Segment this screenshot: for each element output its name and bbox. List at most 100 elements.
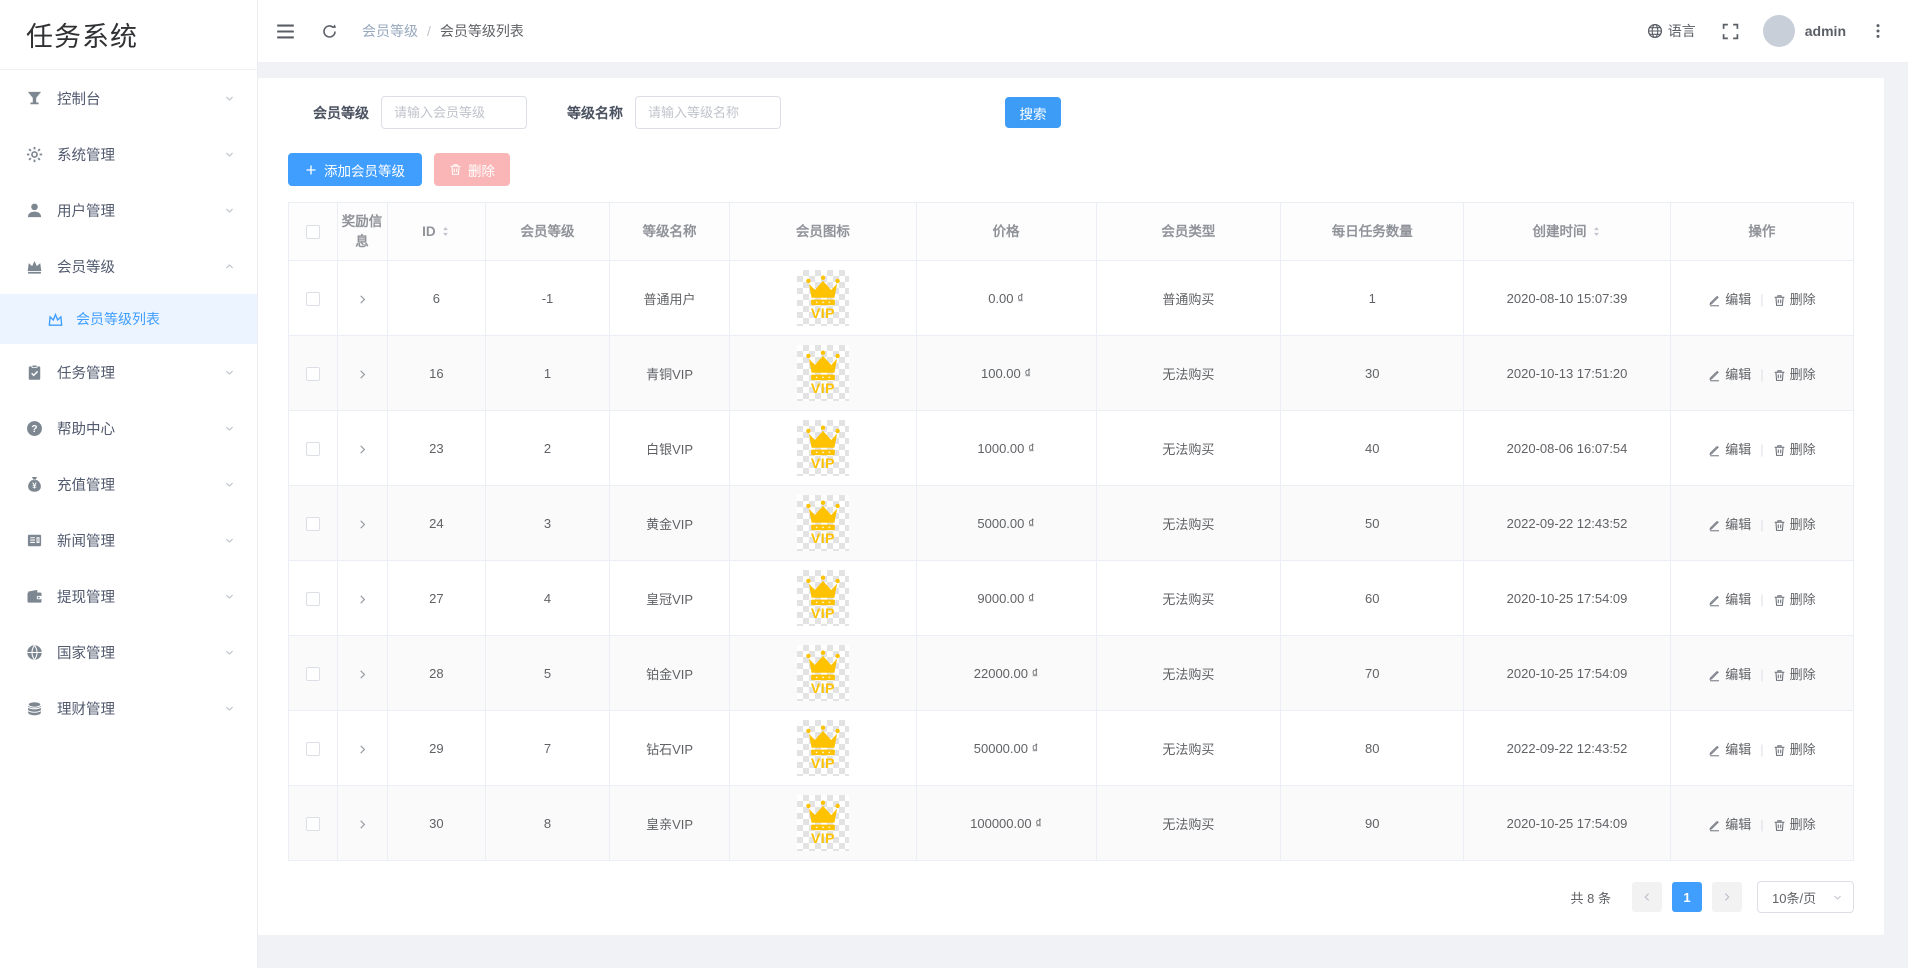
expand-row-icon[interactable] — [356, 368, 369, 381]
trash-icon — [1773, 294, 1786, 307]
sidebar-item-tasks[interactable]: 任务管理 — [0, 344, 257, 400]
cell-price: 1000.00 ₫ — [916, 411, 1096, 486]
member-level-card: 会员等级 等级名称 搜索 添加会员等级 删除 — [258, 78, 1884, 935]
level-name-input[interactable] — [635, 96, 781, 129]
action-separator: | — [1760, 517, 1763, 532]
delete-button[interactable]: 删除 — [1773, 817, 1816, 832]
cell-type: 无法购买 — [1096, 561, 1281, 636]
delete-button[interactable]: 删除 — [1773, 442, 1816, 457]
header-member-icon: 会员图标 — [730, 203, 916, 261]
sidebar-item-country[interactable]: 国家管理 — [0, 624, 257, 680]
avatar[interactable] — [1763, 15, 1795, 47]
sidebar-item-console[interactable]: 控制台 — [0, 70, 257, 126]
page-number-active[interactable]: 1 — [1672, 882, 1702, 912]
header-checkbox-cell — [289, 203, 338, 261]
row-checkbox[interactable] — [306, 292, 320, 306]
delete-button[interactable]: 删除 — [1773, 367, 1816, 382]
select-all-checkbox[interactable] — [306, 225, 320, 239]
chevron-down-icon — [224, 535, 235, 546]
delete-button[interactable]: 删除 — [1773, 742, 1816, 757]
cell-price: 100000.00 ₫ — [916, 786, 1096, 861]
vip-crown-icon: VIP — [797, 270, 849, 326]
chevron-down-icon — [224, 647, 235, 658]
header-id[interactable]: ID — [387, 203, 486, 261]
sidebar-item-help[interactable]: 帮助中心 — [0, 400, 257, 456]
row-checkbox[interactable] — [306, 817, 320, 831]
sidebar-item-users[interactable]: 用户管理 — [0, 182, 257, 238]
delete-button[interactable]: 删除 — [1773, 517, 1816, 532]
breadcrumb-member-level[interactable]: 会员等级 — [362, 21, 418, 41]
expand-row-icon[interactable] — [356, 743, 369, 756]
expand-row-icon[interactable] — [356, 593, 369, 606]
sidebar-item-recharge[interactable]: 充值管理 — [0, 456, 257, 512]
language-switcher[interactable]: 语言 — [1647, 21, 1696, 41]
edit-button[interactable]: 编辑 — [1708, 742, 1751, 757]
refresh-icon[interactable] — [321, 23, 338, 40]
delete-button[interactable]: 删除 — [1773, 292, 1816, 307]
expand-row-icon[interactable] — [356, 443, 369, 456]
topbar: 会员等级 / 会员等级列表 语言 admin — [258, 0, 1908, 63]
add-member-level-button[interactable]: 添加会员等级 — [288, 153, 422, 186]
edit-icon — [1708, 669, 1721, 682]
cell-type: 无法购买 — [1096, 711, 1281, 786]
edit-button[interactable]: 编辑 — [1708, 442, 1751, 457]
more-options-icon[interactable] — [1870, 23, 1886, 39]
edit-button[interactable]: 编辑 — [1708, 817, 1751, 832]
row-checkbox[interactable] — [306, 592, 320, 606]
cell-id: 27 — [387, 561, 486, 636]
fullscreen-icon[interactable] — [1722, 23, 1739, 40]
member-level-input[interactable] — [381, 96, 527, 129]
task-icon — [26, 364, 43, 381]
cell-name: 皇亲VIP — [609, 786, 730, 861]
action-separator: | — [1760, 442, 1763, 457]
sidebar-item-withdraw[interactable]: 提现管理 — [0, 568, 257, 624]
row-checkbox[interactable] — [306, 517, 320, 531]
sidebar-item-member-level-list[interactable]: 会员等级列表 — [0, 294, 257, 344]
row-checkbox[interactable] — [306, 367, 320, 381]
edit-button[interactable]: 编辑 — [1708, 592, 1751, 607]
header-price: 价格 — [916, 203, 1096, 261]
cell-name: 普通用户 — [609, 261, 730, 336]
cell-created: 2020-10-25 17:54:09 — [1464, 786, 1671, 861]
sidebar-item-system[interactable]: 系统管理 — [0, 126, 257, 182]
bulk-delete-button[interactable]: 删除 — [434, 153, 510, 186]
row-checkbox[interactable] — [306, 742, 320, 756]
expand-row-icon[interactable] — [356, 293, 369, 306]
hamburger-menu-icon[interactable] — [276, 22, 295, 41]
cell-created: 2020-08-06 16:07:54 — [1464, 411, 1671, 486]
sidebar-item-finance[interactable]: 理财管理 — [0, 680, 257, 736]
next-page-button[interactable] — [1712, 882, 1742, 912]
expand-row-icon[interactable] — [356, 668, 369, 681]
delete-button[interactable]: 删除 — [1773, 592, 1816, 607]
gear-icon — [26, 146, 43, 163]
row-checkbox[interactable] — [306, 442, 320, 456]
row-checkbox[interactable] — [306, 667, 320, 681]
username[interactable]: admin — [1805, 23, 1846, 39]
sidebar-item-news[interactable]: 新闻管理 — [0, 512, 257, 568]
search-button[interactable]: 搜索 — [1005, 97, 1061, 128]
cell-created: 2020-08-10 15:07:39 — [1464, 261, 1671, 336]
action-separator: | — [1760, 292, 1763, 307]
chevron-down-icon — [224, 479, 235, 490]
action-separator: | — [1760, 592, 1763, 607]
page-size-select[interactable]: 10条/页 — [1757, 881, 1854, 913]
edit-icon — [1708, 294, 1721, 307]
help-icon — [26, 420, 43, 437]
edit-button[interactable]: 编辑 — [1708, 367, 1751, 382]
chevron-left-icon — [1641, 891, 1653, 903]
table-row: 30 8 皇亲VIP VIP 100000.00 ₫ 无法购买 90 2020-… — [289, 786, 1854, 861]
moneybag-icon — [26, 476, 43, 493]
cell-type: 无法购买 — [1096, 636, 1281, 711]
sidebar-item-member-level[interactable]: 会员等级 — [0, 238, 257, 294]
expand-row-icon[interactable] — [356, 818, 369, 831]
chevron-right-icon — [1721, 891, 1733, 903]
edit-button[interactable]: 编辑 — [1708, 667, 1751, 682]
edit-button[interactable]: 编辑 — [1708, 517, 1751, 532]
edit-button[interactable]: 编辑 — [1708, 292, 1751, 307]
delete-button[interactable]: 删除 — [1773, 667, 1816, 682]
header-created-at[interactable]: 创建时间 — [1464, 203, 1671, 261]
expand-row-icon[interactable] — [356, 518, 369, 531]
prev-page-button[interactable] — [1632, 882, 1662, 912]
sort-caret-icon[interactable] — [1591, 225, 1602, 238]
sort-caret-icon[interactable] — [440, 225, 451, 238]
